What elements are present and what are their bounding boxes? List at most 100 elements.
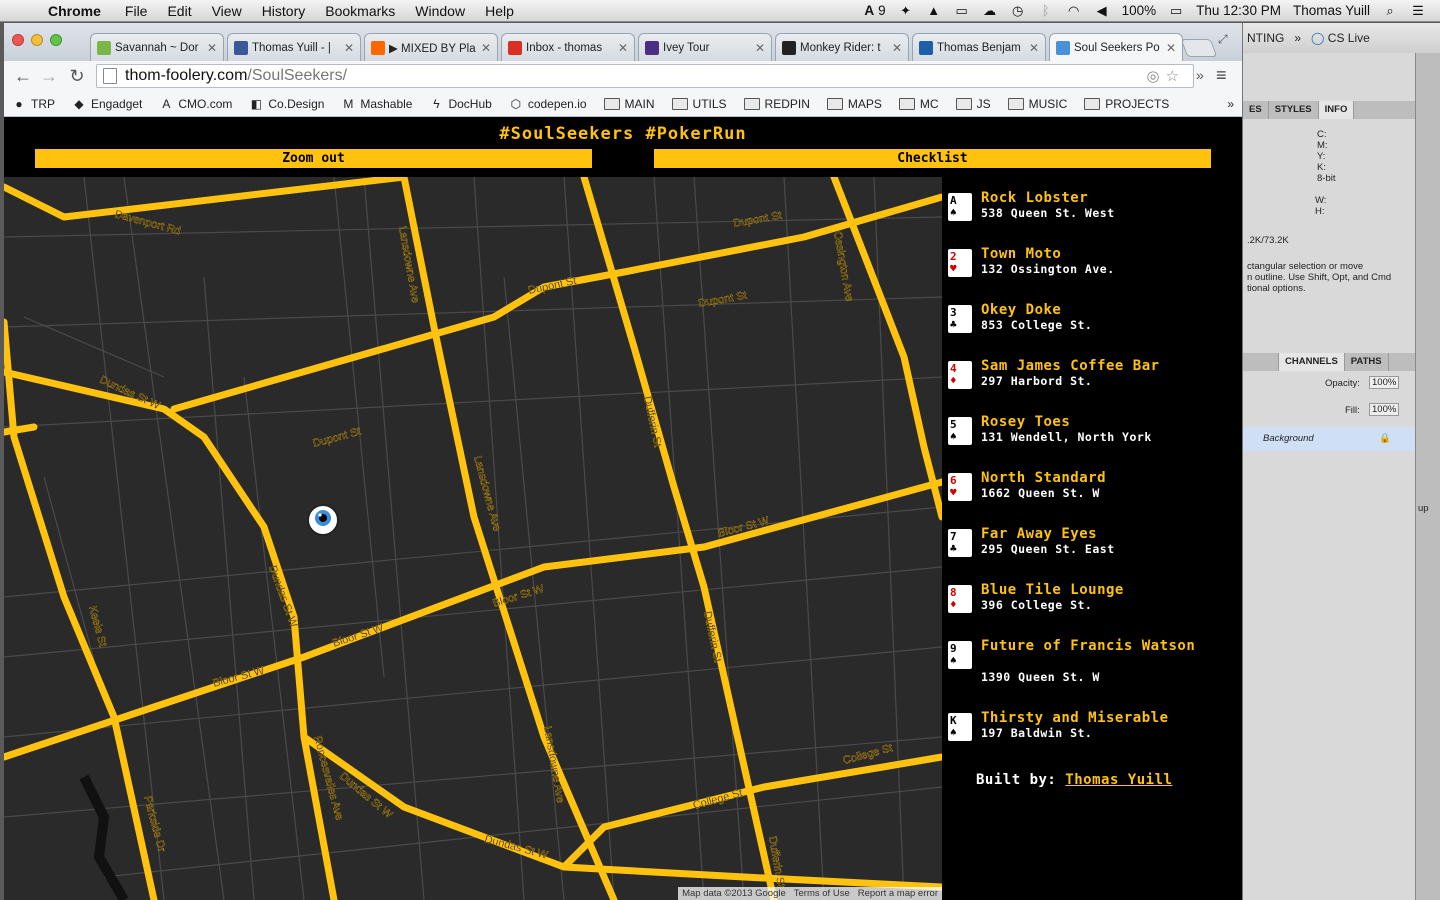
stop-name: North Standard [981,470,1107,486]
menu-bookmarks[interactable]: Bookmarks [315,3,405,19]
drive-icon[interactable]: ▲ [926,3,942,18]
author-link[interactable]: Thomas Yuill [1065,772,1172,788]
codepen-icon: ⬡ [510,96,522,111]
cloud-sync-icon[interactable]: ☁ [982,3,998,18]
tab-channels[interactable]: CHANNELS [1279,353,1345,371]
dock-label[interactable]: up [1418,503,1429,514]
checklist-stop[interactable]: 2 ♥ Town Moto 132 Ossington Ave. [946,246,1242,302]
volume-icon[interactable]: ◀ [1094,3,1110,18]
menu-edit[interactable]: Edit [157,3,201,19]
browser-tab[interactable]: ▶ MIXED BY Pla ✕ [364,33,498,61]
browser-tab[interactable]: Thomas Benjam ✕ [912,33,1046,61]
bookmark-dochub[interactable]: ϟ DocHub [429,96,492,111]
close-tab-icon[interactable]: ✕ [344,41,354,55]
battery-percent[interactable]: 100% [1122,3,1157,18]
bookmark-redpin[interactable]: REDPIN [743,97,810,111]
zoom-out-button[interactable]: Zoom out [35,149,592,168]
layer-background[interactable]: Background 🔒 [1243,427,1415,451]
bookmarks-overflow-icon[interactable]: » [1227,97,1234,111]
checklist-stop[interactable]: A ♠ Rock Lobster 538 Queen St. West [946,190,1242,246]
codesign-icon: ◧ [250,96,263,111]
spotlight-icon[interactable]: ⌕ [1382,3,1398,18]
bookmark-codepen-io[interactable]: ⬡ codepen.io [509,97,587,111]
checklist-stop[interactable]: 8 ♦ Blue Tile Lounge 396 College St. [946,582,1242,638]
browser-tab[interactable]: Soul Seekers Po ✕ [1049,33,1183,61]
close-tab-icon[interactable]: ✕ [618,41,628,55]
time-machine-icon[interactable]: ◷ [1010,3,1026,18]
clock[interactable]: Thu 12:30 PM [1196,3,1281,18]
adobe-icon[interactable]: A [864,3,874,18]
dropbox-icon[interactable]: ✦ [898,3,914,18]
checklist-stop[interactable]: 9 ♠ Future of Francis Watson 1390 Queen … [946,638,1242,710]
wifi-icon[interactable]: ◠ [1066,3,1082,18]
cs-live-button[interactable]: ◯ CS Live [1311,31,1370,45]
menu-file[interactable]: File [115,3,158,19]
close-tab-icon[interactable]: ✕ [207,41,217,55]
tab-info[interactable]: INFO [1318,101,1355,119]
chrome-menu-icon[interactable]: ≡ [1216,65,1227,86]
app-menu[interactable]: Chrome [44,3,115,19]
bookmark-engadget[interactable]: ◆ Engadget [72,97,142,111]
close-tab-icon[interactable]: ✕ [892,41,902,55]
checklist-stop[interactable]: K ♠ Thirsty and Miserable 197 Baldwin St… [946,710,1242,766]
menu-view[interactable]: View [202,3,252,19]
user-name[interactable]: Thomas Yuill [1293,3,1370,18]
more-chevron-icon[interactable]: » [1294,31,1301,45]
browser-tab[interactable]: Monkey Rider: t ✕ [775,33,909,61]
bolt-icon: ϟ [433,96,440,111]
back-icon[interactable]: ← [12,66,34,87]
close-tab-icon[interactable]: ✕ [755,41,765,55]
bookmark-js[interactable]: JS [955,97,991,111]
bookmark-trp[interactable]: ● TRP [12,97,55,111]
report-error-link[interactable]: Report a map error [858,888,938,899]
bookmark-maps[interactable]: MAPS [826,97,882,111]
checklist-stop[interactable]: 5 ♠ Rosey Toes 131 Wendell, North York [946,414,1242,470]
display-icon[interactable]: ▭ [954,3,970,18]
bookmark-projects[interactable]: PROJECTS [1084,97,1169,111]
checklist-stop[interactable]: 4 ♦ Sam James Coffee Bar 297 Harbord St. [946,358,1242,414]
terms-link[interactable]: Terms of Use [794,888,850,899]
checklist-stop[interactable]: 6 ♥ North Standard 1662 Queen St. W [946,470,1242,526]
notification-list-icon[interactable]: ☰ [1410,3,1426,18]
menu-help[interactable]: Help [475,3,524,19]
checklist-stop[interactable]: 7 ♣ Far Away Eyes 295 Queen St. East [946,526,1242,582]
zoom-window-button[interactable] [50,34,62,46]
bluetooth-icon[interactable]: ᛒ [1038,3,1054,18]
bookmark-mashable[interactable]: M Mashable [341,97,412,111]
reload-icon[interactable]: ↻ [66,66,88,87]
address-bar[interactable]: thom-foolery.com/SoulSeekers/ ◎☆ [96,64,1194,88]
browser-tab[interactable]: Ivey Tour ✕ [638,33,772,61]
workspace-label[interactable]: NTING [1247,31,1284,45]
checklist-button[interactable]: Checklist [654,149,1211,168]
browser-tab[interactable]: Inbox - thomas ✕ [501,33,635,61]
fill-field[interactable]: 100% [1369,403,1400,416]
forward-icon[interactable]: → [38,66,60,87]
tab-paths[interactable]: PATHS [1345,353,1389,371]
close-tab-icon[interactable]: ✕ [1029,41,1039,55]
close-tab-icon[interactable]: ✕ [481,41,491,55]
bookmark-music[interactable]: MUSIC [1007,97,1067,111]
close-tab-icon[interactable]: ✕ [1166,41,1176,55]
browser-tab[interactable]: Thomas Yuill - | ✕ [227,33,361,61]
map-canvas[interactable]: Davenport Rd Dupont St Dupont St Dupont St D… [4,177,942,900]
extensions-overflow-icon[interactable]: » [1196,67,1204,83]
eyeball-location-marker[interactable] [306,503,340,537]
bookmark-mc[interactable]: MC [898,97,939,111]
bookmark-utils[interactable]: UTILS [671,97,727,111]
menu-window[interactable]: Window [405,3,475,19]
omnibox-icons[interactable]: ◎☆ [1146,67,1185,85]
fullscreen-icon[interactable]: ⤢ [1218,32,1228,47]
opacity-field[interactable]: 100% [1369,376,1400,389]
checklist-stop[interactable]: 3 ♣ Okey Doke 853 College St. [946,302,1242,358]
close-window-button[interactable] [12,34,24,46]
browser-tab[interactable]: Savannah ~ Dor ✕ [90,33,224,61]
minimize-window-button[interactable] [31,34,43,46]
new-tab-button[interactable] [1180,39,1218,57]
bookmark-cmo-com[interactable]: A CMO.com [159,97,232,111]
bookmark-co-design[interactable]: ◧ Co.Design [249,96,325,111]
tab-styles[interactable]: STYLES [1269,101,1319,119]
battery-icon[interactable]: ▭ [1168,3,1184,18]
bookmark-main[interactable]: MAIN [603,97,655,111]
menu-history[interactable]: History [252,3,316,19]
tab-es[interactable]: ES [1243,101,1269,119]
